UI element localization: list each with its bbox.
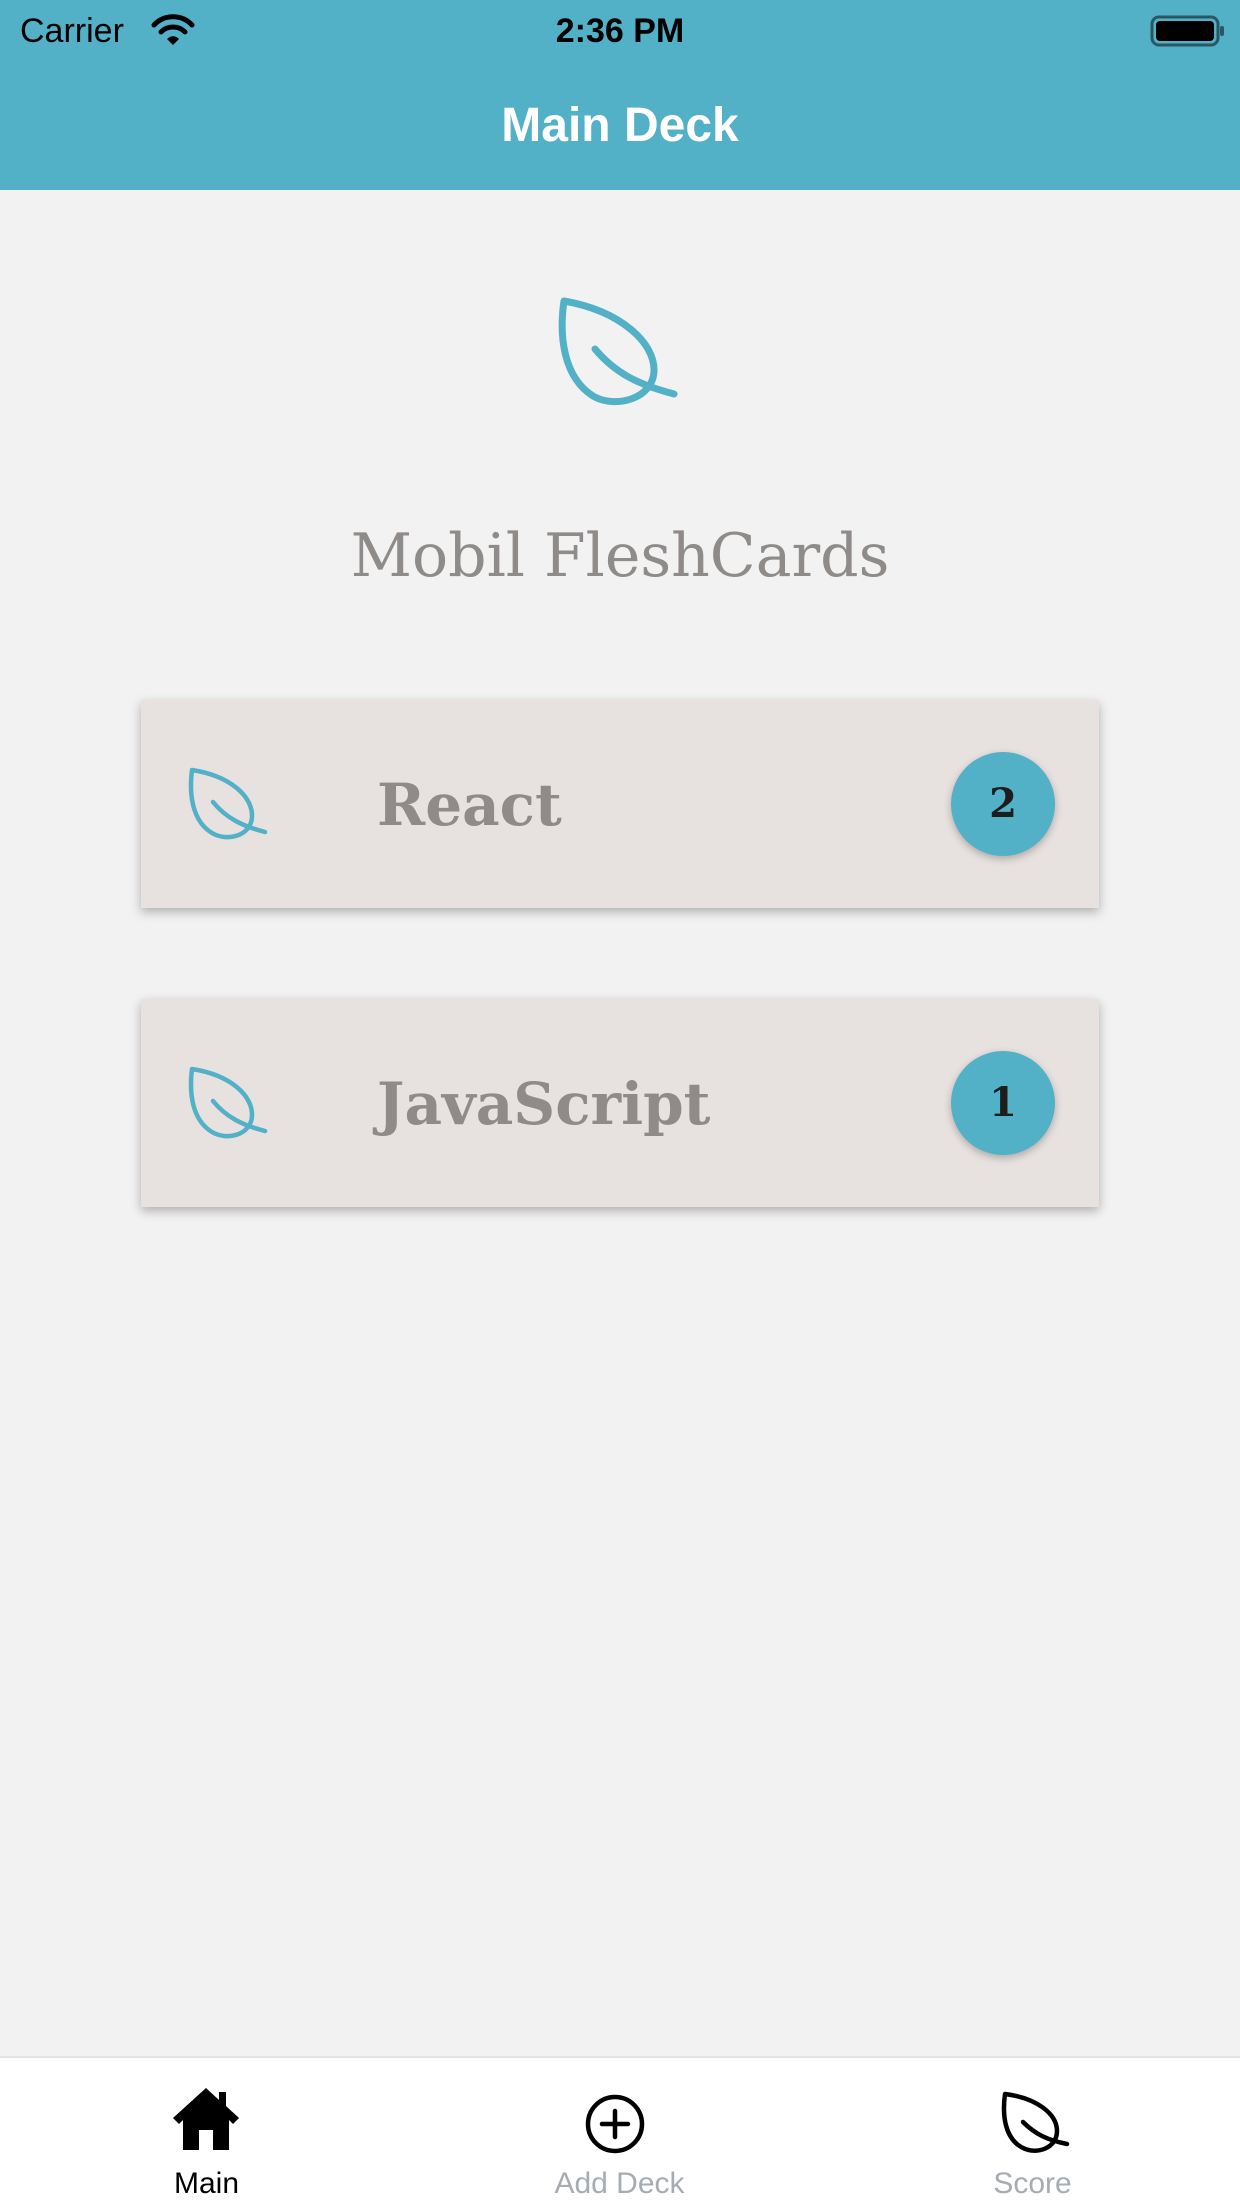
deck-card-react[interactable]: React 2	[141, 700, 1099, 908]
card-count-badge: 1	[951, 1051, 1055, 1155]
tab-label: Score	[993, 2167, 1072, 2200]
deck-card-javascript[interactable]: JavaScript 1	[141, 999, 1099, 1207]
tab-score[interactable]: Score	[826, 2058, 1239, 2201]
deck-name: React	[377, 771, 562, 839]
tab-bar: Main Add Deck Score	[0, 2056, 1240, 2201]
tab-main[interactable]: Main	[0, 2058, 413, 2201]
home-icon	[173, 2088, 239, 2150]
tab-add-deck[interactable]: Add Deck	[413, 2058, 826, 2201]
deck-name: JavaScript	[377, 1070, 711, 1138]
page-title: Main Deck	[501, 99, 739, 152]
leaf-icon	[188, 767, 268, 840]
app-title: Mobil FleshCards	[350, 521, 890, 591]
header-bar: Carrier 2:36 PM Main Deck	[0, 0, 1240, 190]
leaf-icon	[1001, 2091, 1070, 2153]
status-bar: Carrier 2:36 PM	[0, 0, 1240, 62]
battery-icon	[1150, 15, 1224, 47]
leaf-icon	[188, 1066, 268, 1139]
plus-circle-icon	[585, 2094, 645, 2154]
status-time: 2:36 PM	[555, 12, 685, 50]
leaf-icon	[558, 297, 678, 406]
tab-label: Main	[173, 2167, 240, 2200]
tab-label: Add Deck	[554, 2167, 685, 2200]
card-count-badge: 2	[951, 752, 1055, 856]
